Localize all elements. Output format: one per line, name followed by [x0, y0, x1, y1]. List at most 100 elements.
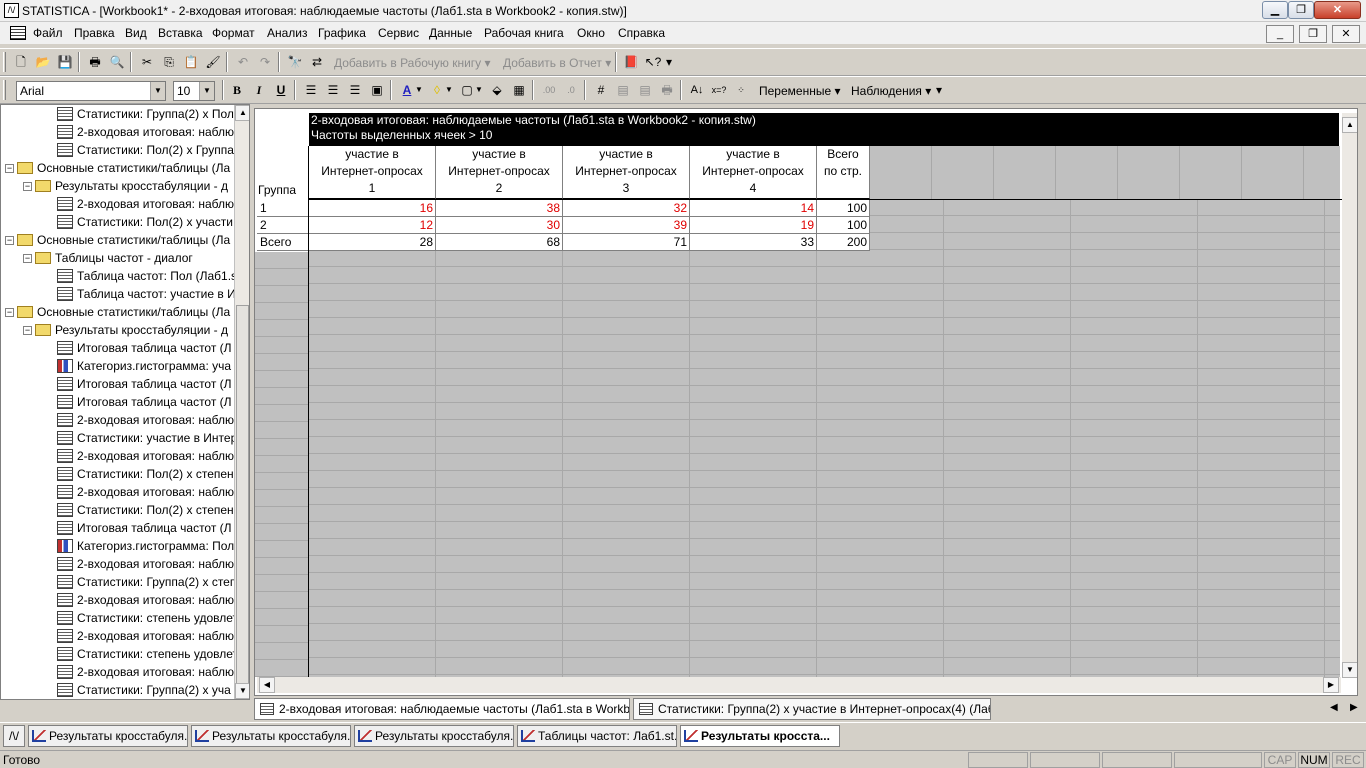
- doc-icon[interactable]: [10, 26, 26, 40]
- workbook-tree[interactable]: Статистики: Группа(2) x Пол 2-входовая ит…: [0, 104, 250, 700]
- toolbar-options-icon[interactable]: ▾: [664, 53, 674, 71]
- bold-button[interactable]: B: [228, 81, 246, 99]
- tree-item[interactable]: Статистики: Пол(2) x степен: [57, 501, 234, 519]
- font-name-select[interactable]: Arial ▼: [16, 81, 166, 101]
- cut-icon[interactable]: ✂: [138, 53, 156, 71]
- scroll-left-icon[interactable]: ◀: [259, 677, 275, 693]
- tree-item[interactable]: Статистики: участие в Интер: [57, 429, 237, 447]
- menu-analysis[interactable]: Анализ: [267, 26, 308, 40]
- tree-item[interactable]: − Основные статистики/таблицы (Ла: [5, 231, 230, 249]
- decrease-decimal-icon[interactable]: .0: [562, 81, 580, 99]
- table-cell[interactable]: 100: [817, 200, 870, 217]
- table-cell[interactable]: 39: [563, 217, 690, 234]
- tree-item[interactable]: − Основные статистики/таблицы (Ла: [5, 159, 230, 177]
- maximize-button[interactable]: ❐: [1288, 1, 1314, 19]
- tree-item[interactable]: 2-входовая итоговая: наблю: [57, 195, 234, 213]
- menu-window[interactable]: Окно: [577, 26, 605, 40]
- print-table-icon[interactable]: 🖶: [658, 81, 676, 99]
- tree-item[interactable]: Итоговая таблица частот (Л: [57, 339, 232, 357]
- column-header[interactable]: участие в Интернет-опросах 2: [436, 146, 563, 199]
- open-icon[interactable]: 📂: [34, 53, 52, 71]
- observations-menu[interactable]: Наблюдения ▾: [851, 84, 931, 98]
- menu-workbook[interactable]: Рабочая книга: [484, 26, 564, 40]
- tree-scroll-thumb[interactable]: [236, 305, 249, 685]
- tree-item[interactable]: Статистики: Пол(2) x степен: [57, 465, 234, 483]
- chevron-down-icon[interactable]: ▼: [444, 81, 454, 99]
- increase-decimal-icon[interactable]: .00: [540, 81, 558, 99]
- scroll-up-icon[interactable]: ▲: [235, 105, 249, 121]
- menu-insert[interactable]: Вставка: [158, 26, 203, 40]
- table-cell[interactable]: 16: [309, 200, 436, 217]
- cell-format-icon[interactable]: ▣: [368, 81, 386, 99]
- tree-item[interactable]: Статистики: Пол(2) x участи: [57, 213, 233, 231]
- save-icon[interactable]: 💾: [56, 53, 74, 71]
- tab-next-icon[interactable]: ▶: [1350, 702, 1358, 713]
- collapse-icon[interactable]: −: [23, 254, 32, 263]
- add-to-workbook-button[interactable]: Добавить в Рабочую книгу ▾: [334, 56, 491, 70]
- tree-item[interactable]: Таблица частот: участие в И: [57, 285, 236, 303]
- paste-icon[interactable]: 📋: [182, 53, 200, 71]
- tree-item[interactable]: Итоговая таблица частот (Л: [57, 375, 232, 393]
- print-icon[interactable]: 🖶: [86, 53, 104, 71]
- doc-tab[interactable]: Статистики: Группа(2) x участие в Интерн…: [633, 698, 991, 720]
- replace-icon[interactable]: ⇄: [308, 53, 326, 71]
- new-icon[interactable]: 🗋: [12, 53, 30, 71]
- tree-item[interactable]: − Основные статистики/таблицы (Ла: [5, 303, 230, 321]
- tree-item[interactable]: 2-входовая итоговая: наблю: [57, 483, 234, 501]
- toolbar-grip[interactable]: [3, 80, 6, 100]
- close-button[interactable]: ✕: [1314, 1, 1361, 19]
- tree-item[interactable]: 2-входовая итоговая: наблю: [57, 123, 234, 141]
- tree-item[interactable]: 2-входовая итоговая: наблю: [57, 555, 234, 573]
- column-header[interactable]: участие в Интернет-опросах 1: [309, 146, 436, 199]
- task-button[interactable]: Результаты кросстабуля...: [191, 725, 351, 747]
- tree-item[interactable]: Статистики: Группа(2) x уча: [57, 681, 231, 699]
- column-header[interactable]: участие в Интернет-опросах 3: [563, 146, 690, 199]
- row-header[interactable]: 1: [257, 200, 308, 217]
- task-button[interactable]: Результаты кросстабуля...: [28, 725, 188, 747]
- chevron-down-icon[interactable]: ▼: [474, 81, 484, 99]
- copy-icon[interactable]: ⎘: [160, 53, 178, 71]
- tree-scrollbar[interactable]: ▲ ▼: [234, 105, 249, 699]
- tree-item[interactable]: 2-входовая итоговая: наблю: [57, 663, 234, 681]
- align-left-icon[interactable]: ☰: [302, 81, 320, 99]
- scroll-down-icon[interactable]: ▼: [1342, 662, 1357, 678]
- menu-tools[interactable]: Сервис: [378, 26, 419, 40]
- spreadsheet[interactable]: 2-входовая итоговая: наблюдаемые частоты…: [254, 108, 1358, 696]
- row-header[interactable]: Всего: [257, 234, 308, 251]
- case-specs-icon[interactable]: ⁘: [732, 81, 750, 99]
- doc-tab-active[interactable]: 2-входовая итоговая: наблюдаемые частоты…: [254, 698, 630, 720]
- table-cell[interactable]: 38: [436, 200, 563, 217]
- undo-icon[interactable]: ↶: [234, 53, 252, 71]
- task-button-active[interactable]: Результаты кросста...: [680, 725, 840, 747]
- tree-item[interactable]: Таблица частот: Пол (Лаб1.s: [57, 267, 237, 285]
- task-button[interactable]: Таблицы частот: Лаб1.st...: [517, 725, 677, 747]
- toolbar-options-icon[interactable]: ▾: [934, 81, 944, 99]
- grid-icon[interactable]: ▦: [510, 81, 528, 99]
- table-cell[interactable]: 100: [817, 217, 870, 234]
- collapse-icon[interactable]: −: [5, 308, 14, 317]
- tree-item[interactable]: Категориз.гистограмма: уча: [57, 357, 231, 375]
- doc-close-button[interactable]: ✕: [1332, 25, 1360, 43]
- chevron-down-icon[interactable]: ▼: [414, 81, 424, 99]
- table-cell[interactable]: 12: [309, 217, 436, 234]
- scroll-right-icon[interactable]: ▶: [1323, 677, 1339, 693]
- statistica-icon[interactable]: /\/: [3, 725, 25, 747]
- tree-item[interactable]: − Таблицы частот - диалог: [23, 249, 193, 267]
- menu-data[interactable]: Данные: [429, 26, 472, 40]
- table-cell[interactable]: 33: [690, 234, 817, 251]
- tree-item[interactable]: − Результаты кросстабуляции - д: [23, 321, 228, 339]
- minimize-button[interactable]: ▁: [1262, 1, 1288, 19]
- underline-button[interactable]: U: [272, 81, 290, 99]
- marker-icon[interactable]: ⬙: [488, 81, 506, 99]
- scroll-up-icon[interactable]: ▲: [1342, 117, 1357, 133]
- table-cell[interactable]: 68: [436, 234, 563, 251]
- table-cell[interactable]: 19: [690, 217, 817, 234]
- sheet-vertical-scrollbar[interactable]: ▲ ▼: [1342, 113, 1357, 678]
- redo-icon[interactable]: ↷: [256, 53, 274, 71]
- tree-item[interactable]: Статистики: Группа(2) x Пол: [57, 105, 234, 123]
- scroll-down-icon[interactable]: ▼: [235, 683, 249, 699]
- tree-item[interactable]: Итоговая таблица частот (Л: [57, 519, 232, 537]
- table-cell[interactable]: 32: [563, 200, 690, 217]
- table-cell[interactable]: 28: [309, 234, 436, 251]
- doc-restore-button[interactable]: ❐: [1299, 25, 1327, 43]
